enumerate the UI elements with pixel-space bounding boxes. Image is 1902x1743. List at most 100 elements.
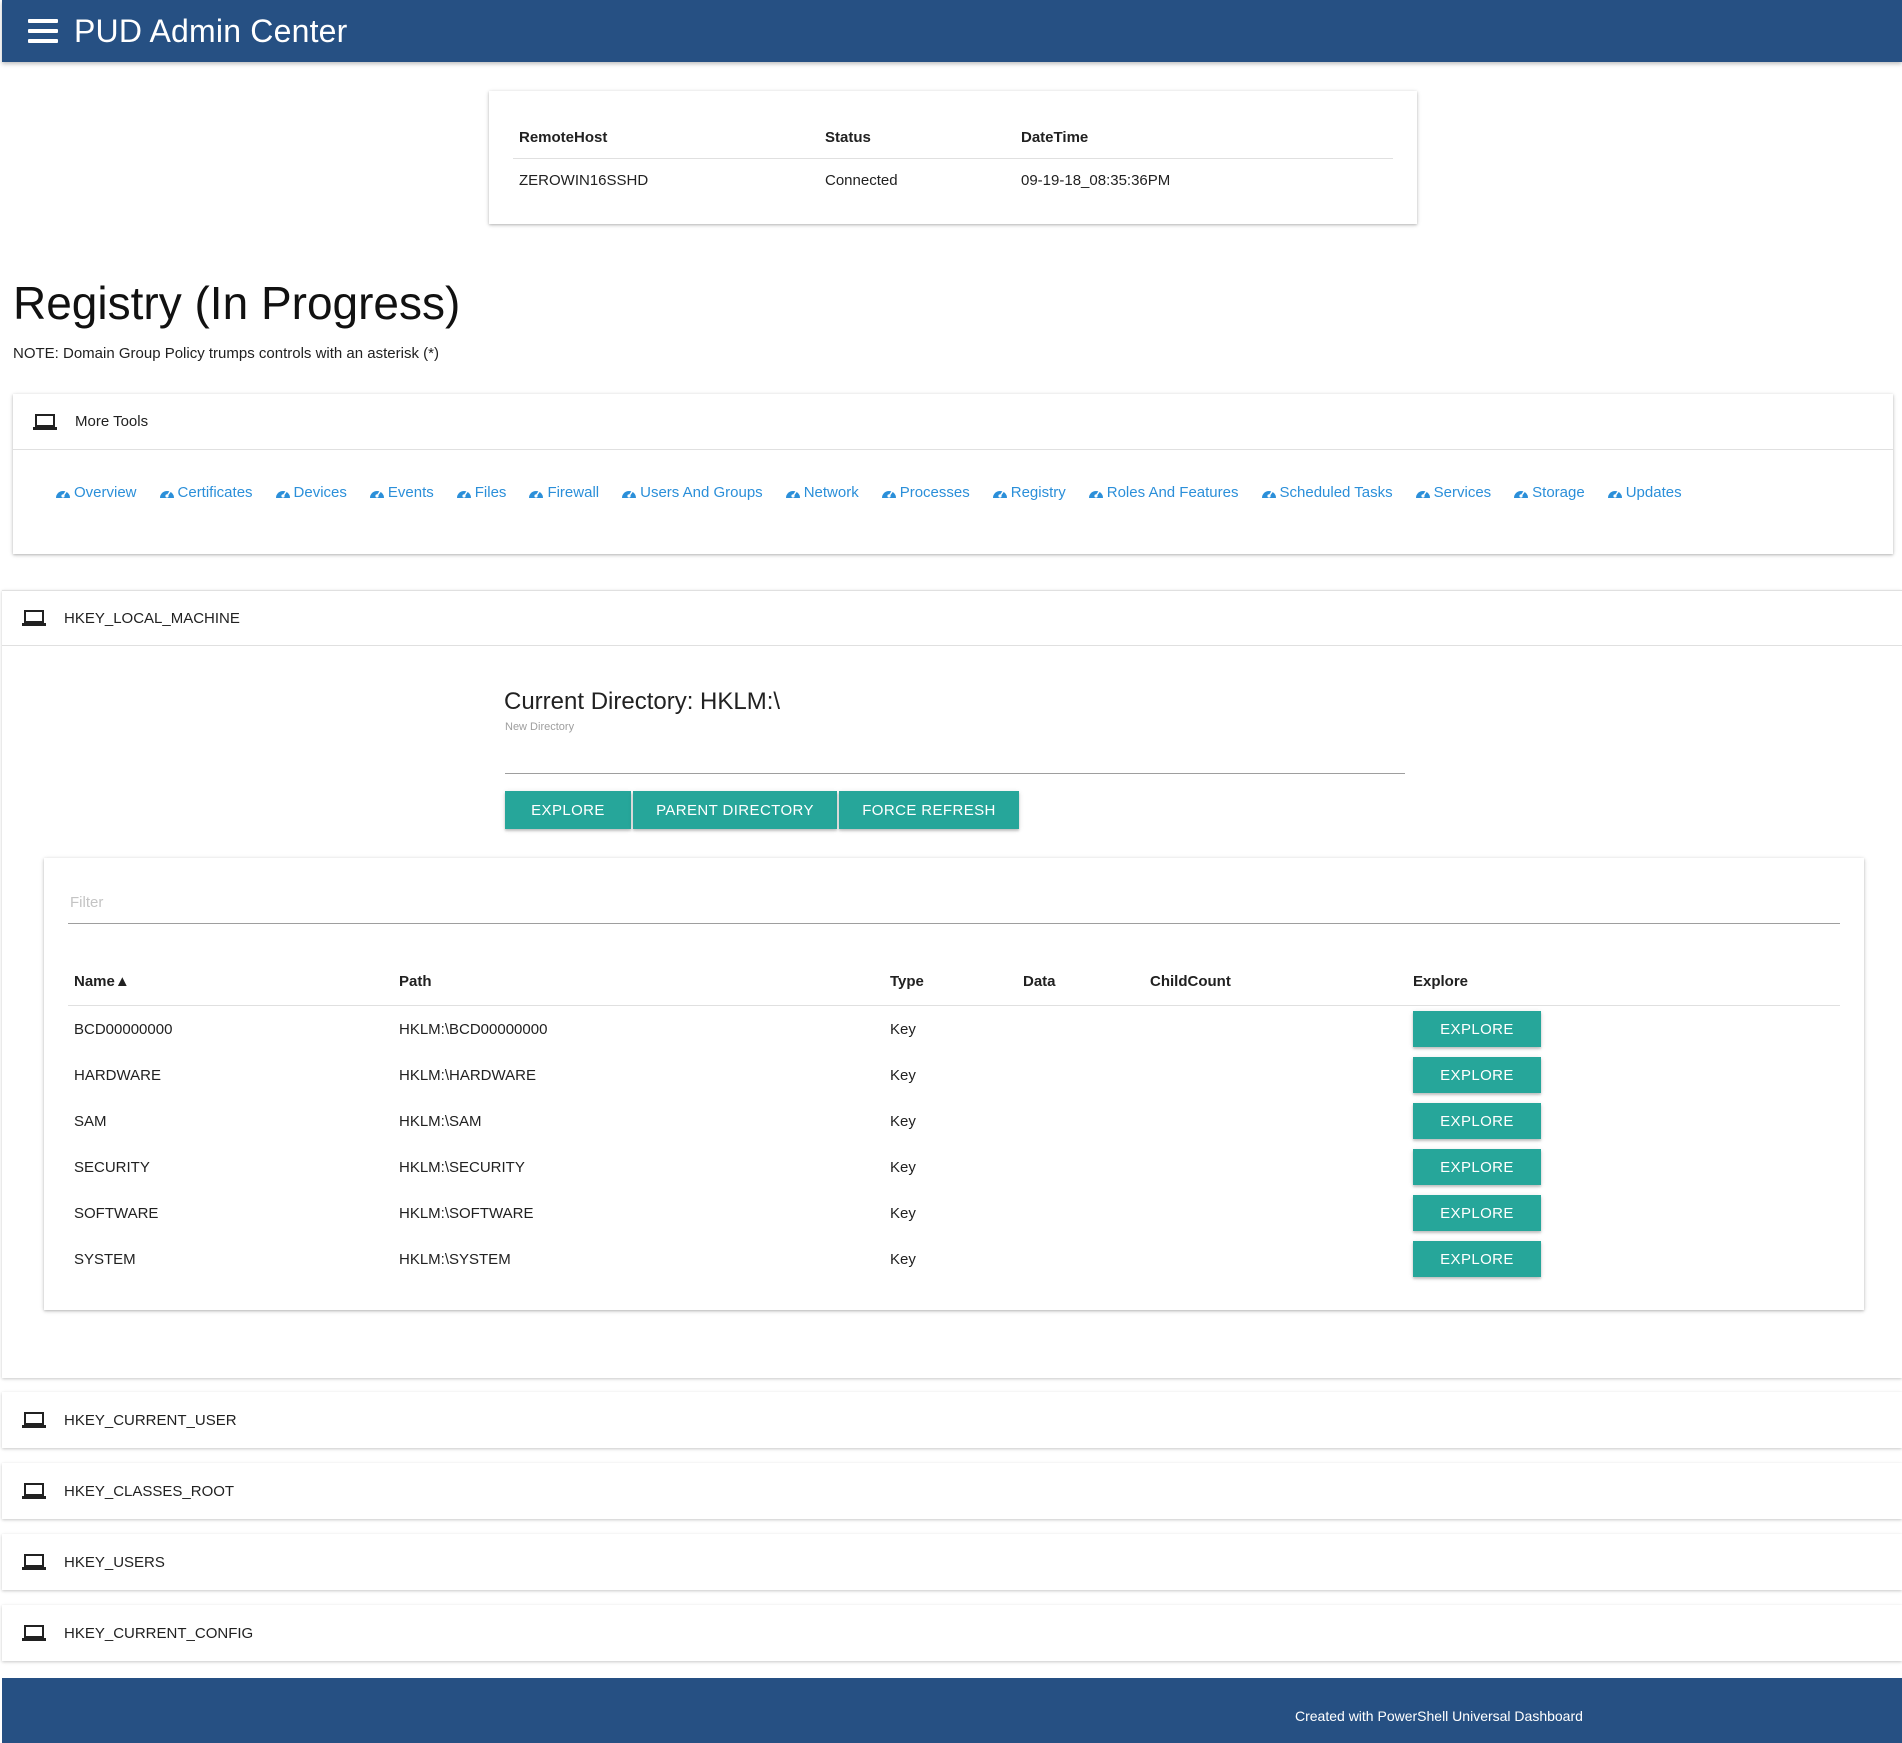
tool-link-updates[interactable]: Updates	[1607, 484, 1682, 501]
panel-label: HKEY_CURRENT_USER	[64, 1411, 237, 1429]
row-explore-button[interactable]: EXPLORE	[1413, 1149, 1541, 1185]
path-cell: HKLM:\HARDWARE	[399, 1066, 536, 1084]
tool-link-label: Users And Groups	[640, 484, 763, 501]
tool-link-files[interactable]: Files	[456, 484, 507, 501]
registry-grid-card: Name▲ Path Type Data ChildCount Explore …	[44, 858, 1864, 1310]
column-header-datetime: DateTime	[1021, 129, 1089, 146]
new-directory-input[interactable]	[505, 738, 1405, 774]
path-cell: HKLM:\SAM	[399, 1112, 482, 1130]
laptop-icon	[33, 413, 57, 431]
row-explore-button[interactable]: EXPLORE	[1413, 1057, 1541, 1093]
panel-header-hkey-current-user[interactable]: HKEY_CURRENT_USER	[2, 1392, 1902, 1448]
tool-link-label: Files	[474, 484, 507, 501]
name-cell: HARDWARE	[74, 1066, 161, 1084]
column-header-data[interactable]: Data	[1023, 973, 1150, 990]
explore-cell: EXPLORE	[1413, 1057, 1840, 1093]
hamburger-menu-icon[interactable]	[28, 19, 58, 43]
force-refresh-button[interactable]: FORCE REFRESH	[839, 791, 1019, 829]
registry-table: Name▲ Path Type Data ChildCount Explore …	[68, 958, 1840, 1282]
name-cell: BCD00000000	[74, 1020, 173, 1038]
filter-input[interactable]	[68, 882, 1840, 924]
table-row: SYSTEM HKLM:\SYSTEM Key EXPLORE	[68, 1236, 1840, 1282]
type-cell: Key	[890, 1112, 916, 1130]
explore-cell: EXPLORE	[1413, 1241, 1840, 1277]
dashboard-gauge-icon	[529, 490, 544, 498]
laptop-icon	[22, 609, 46, 627]
column-header-path[interactable]: Path	[399, 973, 890, 990]
dashboard-gauge-icon	[992, 490, 1007, 498]
column-header-type[interactable]: Type	[890, 973, 1023, 990]
remote-host-cell: ZEROWIN16SSHD	[519, 171, 649, 189]
tool-link-services[interactable]: Services	[1415, 484, 1491, 501]
tool-link-scheduled-tasks[interactable]: Scheduled Tasks	[1261, 484, 1393, 501]
dashboard-gauge-icon	[369, 490, 384, 498]
table-row: SOFTWARE HKLM:\SOFTWARE Key EXPLORE	[68, 1190, 1840, 1236]
table-row: HARDWARE HKLM:\HARDWARE Key EXPLORE	[68, 1052, 1840, 1098]
tool-link-label: Firewall	[547, 484, 600, 501]
column-header-status: Status	[825, 129, 871, 146]
tool-link-label: Devices	[293, 484, 347, 501]
dashboard-gauge-icon	[1514, 490, 1529, 498]
tool-link-events[interactable]: Events	[369, 484, 434, 501]
panel-header-hkey-users[interactable]: HKEY_USERS	[2, 1534, 1902, 1590]
directory-actions: EXPLORE PARENT DIRECTORY FORCE REFRESH	[505, 791, 1021, 829]
tool-link-processes[interactable]: Processes	[881, 484, 970, 501]
tool-link-label: Overview	[74, 484, 137, 501]
tool-link-network[interactable]: Network	[785, 484, 859, 501]
tool-link-devices[interactable]: Devices	[275, 484, 347, 501]
tool-link-label: Processes	[899, 484, 970, 501]
table-row: ZEROWIN16SSHD Connected 09-19-18_08:35:3…	[513, 159, 1393, 201]
tool-link-overview[interactable]: Overview	[55, 484, 137, 501]
tool-link-label: Network	[803, 484, 859, 501]
row-explore-button[interactable]: EXPLORE	[1413, 1011, 1541, 1047]
tool-link-label: Registry	[1010, 484, 1066, 501]
column-header-name[interactable]: Name▲	[68, 973, 399, 990]
explore-cell: EXPLORE	[1413, 1195, 1840, 1231]
app-footer: Created with PowerShell Universal Dashbo…	[2, 1678, 1902, 1743]
tool-link-storage[interactable]: Storage	[1513, 484, 1585, 501]
type-cell: Key	[890, 1066, 916, 1084]
dashboard-gauge-icon	[56, 490, 70, 498]
more-tools-card: More Tools Overview Certificates Devices Ev…	[13, 394, 1893, 554]
panel-header-hkey-local-machine[interactable]: HKEY_LOCAL_MACHINE	[2, 590, 1902, 646]
explore-cell: EXPLORE	[1413, 1103, 1840, 1139]
panel-label: HKEY_CURRENT_CONFIG	[64, 1624, 254, 1642]
path-cell: HKLM:\SECURITY	[399, 1158, 525, 1176]
explore-cell: EXPLORE	[1413, 1149, 1840, 1185]
dashboard-gauge-icon	[1607, 490, 1622, 498]
row-explore-button[interactable]: EXPLORE	[1413, 1103, 1541, 1139]
panel-hkey-local-machine: HKEY_LOCAL_MACHINE Current Directory: HK…	[2, 590, 1902, 1378]
panel-header-hkey-current-config[interactable]: HKEY_CURRENT_CONFIG	[2, 1605, 1902, 1661]
explore-button[interactable]: EXPLORE	[505, 791, 631, 829]
column-header-explore: Explore	[1413, 973, 1469, 990]
table-header-row: RemoteHost Status DateTime	[513, 117, 1393, 159]
row-explore-button[interactable]: EXPLORE	[1413, 1195, 1541, 1231]
dashboard-gauge-icon	[1415, 490, 1430, 498]
path-cell: HKLM:\SOFTWARE	[399, 1204, 534, 1222]
table-header-row: Name▲ Path Type Data ChildCount Explore	[68, 958, 1840, 1006]
type-cell: Key	[890, 1250, 916, 1268]
column-header-childcount[interactable]: ChildCount	[1150, 973, 1413, 990]
tool-link-certificates[interactable]: Certificates	[159, 484, 253, 501]
tool-link-firewall[interactable]: Firewall	[528, 484, 599, 501]
type-cell: Key	[890, 1204, 916, 1222]
table-row: BCD00000000 HKLM:\BCD00000000 Key EXPLORE	[68, 1006, 1840, 1052]
new-directory-label: New Directory	[505, 721, 575, 733]
dashboard-gauge-icon	[622, 490, 637, 498]
policy-note: NOTE: Domain Group Policy trumps control…	[13, 345, 439, 362]
panel-hkey-users: HKEY_USERS	[2, 1534, 1902, 1590]
explore-cell: EXPLORE	[1413, 1011, 1840, 1047]
tool-link-registry[interactable]: Registry	[992, 484, 1066, 501]
row-explore-button[interactable]: EXPLORE	[1413, 1241, 1541, 1277]
name-cell: SOFTWARE	[74, 1204, 159, 1222]
panel-hkey-current-user: HKEY_CURRENT_USER	[2, 1392, 1902, 1448]
name-cell: SYSTEM	[74, 1250, 136, 1268]
remote-host-card: RemoteHost Status DateTime ZEROWIN16SSHD…	[489, 91, 1417, 224]
tool-link-roles-and-features[interactable]: Roles And Features	[1088, 484, 1239, 501]
tool-link-users-and-groups[interactable]: Users And Groups	[621, 484, 763, 501]
parent-directory-button[interactable]: PARENT DIRECTORY	[633, 791, 837, 829]
tool-link-label: Certificates	[177, 484, 253, 501]
page-title: Registry (In Progress)	[13, 277, 461, 329]
panel-header-hkey-classes-root[interactable]: HKEY_CLASSES_ROOT	[2, 1463, 1902, 1519]
datetime-cell: 09-19-18_08:35:36PM	[1021, 171, 1171, 189]
